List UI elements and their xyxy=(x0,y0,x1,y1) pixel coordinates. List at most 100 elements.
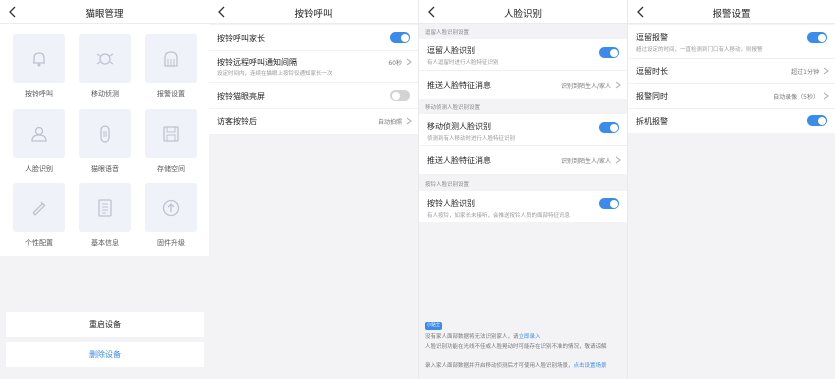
grid-item-storage[interactable]: 存储空间 xyxy=(135,99,197,173)
top-bar: 按铃呼叫 xyxy=(209,0,418,24)
grid-item-info[interactable]: 基本信息 xyxy=(69,173,131,247)
bell-face-toggle[interactable] xyxy=(599,198,619,209)
stay-face-toggle[interactable] xyxy=(599,47,619,58)
row-label: 拆机报警 xyxy=(636,117,668,126)
visitor-ring-row[interactable]: 访客按铃后 自动拍照 xyxy=(209,109,418,134)
chevron-right-icon xyxy=(615,156,621,164)
row-value: 自动录像（5秒） xyxy=(773,94,819,101)
device-manage-screen: 猫眼管理 按铃呼叫 移动侦测 报警设置 人脸识别 猫眼语音 存储空间 个性配置 … xyxy=(0,0,209,379)
stay-alarm-row[interactable]: 逗留报警 超过设定的时间，一直检测到门口有人移动，则报警 xyxy=(628,25,835,58)
row-label: 按铃远程呼叫通知间隔 xyxy=(217,58,297,67)
section-header: 移动侦测人脸识别设置 xyxy=(425,105,481,111)
stay-alarm-toggle[interactable] xyxy=(807,32,827,43)
row-sub: 有人逗留时进行人脸特征识别 xyxy=(427,60,499,66)
row-sub: 超过设定的时间，一直检测到门口有人移动，则报警 xyxy=(636,47,763,53)
storage-icon xyxy=(145,109,197,158)
face-recognition-screen: 人脸识别 逗留人脸识别设置 逗留人脸识别 有人逗留时进行人脸特征识别 推送人脸特… xyxy=(419,0,627,379)
push-face-row-1[interactable]: 推送人脸特征消息 识别到陌生人/家人 xyxy=(419,71,627,99)
bell-icon xyxy=(13,34,65,83)
alarm-icon xyxy=(145,34,197,83)
motion-face-toggle[interactable] xyxy=(599,122,619,133)
tip-note-1: 没有家人面部数据将无法识别家人，请立即录入 xyxy=(425,333,621,341)
row-label: 推送人脸特征消息 xyxy=(427,81,491,90)
config-icon xyxy=(13,183,65,232)
row-label: 逗留报警 xyxy=(636,33,668,42)
voice-icon xyxy=(79,109,131,158)
bell-screen-toggle[interactable] xyxy=(390,90,410,101)
row-label: 逗留人脸识别 xyxy=(427,46,475,55)
motion-face-row[interactable]: 移动侦测人脸识别 侦测到有人移动时进行人脸特征识别 xyxy=(419,114,627,145)
section-header: 逗留人脸识别设置 xyxy=(425,30,470,36)
grid-item-voice[interactable]: 猫眼语音 xyxy=(69,99,131,173)
page-title: 报警设置 xyxy=(712,9,751,20)
tip-note-3: 录入家人面部数据并开启移动侦测后才可使用人脸识别场景，点击设置场景 xyxy=(425,362,621,370)
page-title: 人脸识别 xyxy=(503,9,542,20)
grid-item-alarm[interactable]: 报警设置 xyxy=(135,24,197,98)
enroll-now-link[interactable]: 立即录入 xyxy=(519,334,541,340)
chevron-right-icon xyxy=(406,117,412,125)
row-label: 逗留时长 xyxy=(636,67,668,76)
grid-item-upgrade[interactable]: 固件升级 xyxy=(135,173,197,247)
row-label: 按铃呼叫家长 xyxy=(217,34,265,43)
grid-item-label: 报警设置 xyxy=(157,90,185,98)
tip-text: 录入家人面部数据并开启移动侦测后才可使用人脸识别场景， xyxy=(425,363,574,369)
grid-item-label: 个性配置 xyxy=(25,239,53,247)
grid-item-bell-call[interactable]: 按铃呼叫 xyxy=(3,24,65,98)
page-title: 猫眼管理 xyxy=(85,9,124,20)
row-label: 按铃猫眼亮屏 xyxy=(217,92,265,101)
top-bar: 人脸识别 xyxy=(419,0,627,24)
tip-note-2: 人脸识别功能在光线不佳或人脸晃动时可能存在识别不准的情况，敬请谅解 xyxy=(425,344,607,350)
delete-device-button[interactable]: 删除设备 xyxy=(6,342,204,367)
face-icon xyxy=(13,109,65,158)
bell-call-parent-toggle[interactable] xyxy=(390,32,410,43)
motion-icon xyxy=(79,34,131,83)
tips-tag: 小贴士 xyxy=(425,322,442,330)
page-title: 按铃呼叫 xyxy=(294,9,333,20)
row-label: 推送人脸特征消息 xyxy=(427,156,491,165)
section-header: 按铃人脸识别设置 xyxy=(425,182,470,188)
row-label: 报警同时 xyxy=(636,92,668,101)
stay-face-row[interactable]: 逗留人脸识别 有人逗留时进行人脸特征识别 xyxy=(419,39,627,70)
row-label: 访客按铃后 xyxy=(217,117,257,126)
alarm-settings-screen: 报警设置 逗留报警 超过设定的时间，一直检测到门口有人移动，则报警 逗留时长 超… xyxy=(628,0,835,379)
tip-text: 没有家人面部数据将无法识别家人，请 xyxy=(425,334,519,340)
row-label: 按铃人脸识别 xyxy=(427,199,475,208)
tamper-alarm-row[interactable]: 拆机报警 xyxy=(628,109,835,133)
bell-call-parent-row[interactable]: 按铃呼叫家长 xyxy=(209,25,418,50)
upgrade-icon xyxy=(145,183,197,232)
bell-face-row[interactable]: 按铃人脸识别 有人按铃，如家长未接听，会推送按铃人员的面部特征讯息 xyxy=(419,191,627,222)
grid-item-motion[interactable]: 移动侦测 xyxy=(69,24,131,98)
row-sub: 有人按铃，如家长未接听，会推送按铃人员的面部特征讯息 xyxy=(427,213,571,219)
bell-screen-row[interactable]: 按铃猫眼亮屏 xyxy=(209,83,418,108)
set-scene-link[interactable]: 点击设置场景 xyxy=(574,363,607,369)
row-value: 识别到陌生人/家人 xyxy=(560,158,611,165)
row-sub: 设定时间内，连续在猫眼上按铃仅通知家长一次 xyxy=(217,71,333,77)
grid-item-label: 移动侦测 xyxy=(91,90,119,98)
grid-item-label: 按铃呼叫 xyxy=(25,90,53,98)
row-value: 自动拍照 xyxy=(377,119,402,126)
row-sub: 侦测到有人移动时进行人脸特征识别 xyxy=(427,136,516,142)
restart-device-button[interactable]: 重启设备 xyxy=(6,312,204,337)
bell-call-screen: 按铃呼叫 按铃呼叫家长 按铃远程呼叫通知间隔 设定时间内，连续在猫眼上按铃仅通知… xyxy=(209,0,418,379)
stay-time-row[interactable]: 逗留时长 超过1分钟 xyxy=(628,59,835,83)
row-value: 60秒 xyxy=(388,60,402,67)
alarm-together-row[interactable]: 报警同时 自动录像（5秒） xyxy=(628,84,835,108)
tamper-alarm-toggle[interactable] xyxy=(807,115,827,126)
chevron-right-icon xyxy=(823,67,829,75)
top-bar: 报警设置 xyxy=(628,0,835,24)
grid-item-config[interactable]: 个性配置 xyxy=(3,173,65,247)
chevron-right-icon xyxy=(615,81,621,89)
chevron-right-icon xyxy=(406,58,412,66)
row-value: 识别到陌生人/家人 xyxy=(560,83,611,90)
info-icon xyxy=(79,183,131,232)
row-label: 移动侦测人脸识别 xyxy=(427,122,491,131)
feature-grid: 按铃呼叫 移动侦测 报警设置 人脸识别 猫眼语音 存储空间 个性配置 基本信息 … xyxy=(0,24,209,256)
grid-item-label: 固件升级 xyxy=(157,239,185,247)
top-bar: 猫眼管理 xyxy=(0,0,209,24)
notify-interval-row[interactable]: 按铃远程呼叫通知间隔 设定时间内，连续在猫眼上按铃仅通知家长一次 60秒 xyxy=(209,51,418,82)
row-value: 超过1分钟 xyxy=(791,69,819,76)
grid-item-label: 基本信息 xyxy=(91,239,119,247)
push-face-row-2[interactable]: 推送人脸特征消息 识别到陌生人/家人 xyxy=(419,146,627,174)
grid-item-face[interactable]: 人脸识别 xyxy=(3,99,65,173)
chevron-right-icon xyxy=(823,92,829,100)
